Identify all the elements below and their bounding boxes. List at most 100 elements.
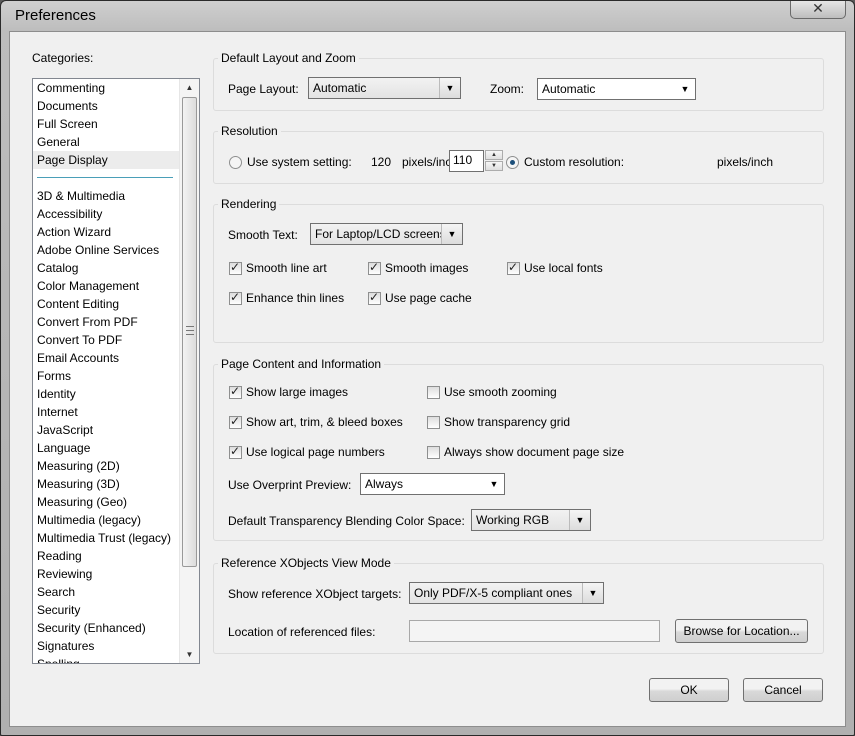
blending-select[interactable]: Working RGB ▼ xyxy=(471,509,591,531)
category-item[interactable]: Full Screen xyxy=(33,115,179,133)
category-item[interactable]: Color Management xyxy=(33,277,179,295)
dialog-body: Categories: Commenting Documents Full Scre… xyxy=(9,31,846,727)
category-item[interactable]: Measuring (Geo) xyxy=(33,493,179,511)
category-item[interactable]: General xyxy=(33,133,179,151)
checkbox-box[interactable] xyxy=(229,414,242,429)
checkbox-box[interactable] xyxy=(229,444,242,459)
system-resolution-value: 120 xyxy=(371,155,392,169)
category-item[interactable]: Catalog xyxy=(33,259,179,277)
browse-location-button[interactable]: Browse for Location... xyxy=(675,619,808,643)
use-logical-page-numbers-label: Use logical page numbers xyxy=(246,445,385,459)
custom-resolution-radio[interactable]: Custom resolution: xyxy=(506,155,624,169)
custom-resolution-input[interactable]: 110 xyxy=(449,150,484,172)
always-show-page-size-checkbox[interactable]: Always show document page size xyxy=(427,445,624,459)
page-layout-select[interactable]: Automatic ▼ xyxy=(308,77,461,99)
category-item[interactable]: Convert To PDF xyxy=(33,331,179,349)
scroll-up-arrow-icon[interactable]: ▲ xyxy=(180,79,199,96)
category-item[interactable]: Measuring (2D) xyxy=(33,457,179,475)
category-item[interactable]: Internet xyxy=(33,403,179,421)
show-transparency-grid-checkbox[interactable]: Show transparency grid xyxy=(427,415,570,429)
category-item[interactable]: Email Accounts xyxy=(33,349,179,367)
show-large-images-checkbox[interactable]: Show large images xyxy=(229,384,348,399)
custom-resolution-stepper[interactable]: 110 ▲ ▼ xyxy=(449,150,505,172)
zoom-select[interactable]: Automatic ▼ xyxy=(537,78,696,100)
page-content-title: Page Content and Information xyxy=(218,357,385,371)
smooth-images-checkbox[interactable]: Smooth images xyxy=(368,260,469,275)
overprint-label: Use Overprint Preview: xyxy=(228,478,352,492)
checkbox-box[interactable] xyxy=(229,260,242,275)
page-content-group: Page Content and Information Show large … xyxy=(213,357,824,541)
category-item[interactable]: JavaScript xyxy=(33,421,179,439)
custom-resolution-value: 110 xyxy=(453,153,473,167)
smooth-images-label: Smooth images xyxy=(385,261,469,275)
checkbox-box[interactable] xyxy=(427,445,440,459)
checkbox-box[interactable] xyxy=(427,385,440,399)
overprint-value: Always xyxy=(365,477,404,491)
stepper-up-icon[interactable]: ▲ xyxy=(485,150,503,160)
category-item[interactable]: Documents xyxy=(33,97,179,115)
show-art-boxes-checkbox[interactable]: Show art, trim, & bleed boxes xyxy=(229,414,403,429)
rendering-group: Rendering Smooth Text: For Laptop/LCD sc… xyxy=(213,197,824,343)
checkbox-box[interactable] xyxy=(368,260,381,275)
category-item[interactable]: Commenting xyxy=(33,79,179,97)
category-item[interactable]: Security (Enhanced) xyxy=(33,619,179,637)
xobject-targets-select[interactable]: Only PDF/X-5 compliant ones ▼ xyxy=(409,582,604,604)
category-item[interactable]: Action Wizard xyxy=(33,223,179,241)
category-item[interactable]: Multimedia Trust (legacy) xyxy=(33,529,179,547)
category-item[interactable]: Search xyxy=(33,583,179,601)
category-item[interactable]: Reviewing xyxy=(33,565,179,583)
checkbox-box[interactable] xyxy=(368,290,381,305)
layout-zoom-title: Default Layout and Zoom xyxy=(218,51,359,65)
stepper-down-icon[interactable]: ▼ xyxy=(485,161,503,171)
checkbox-box[interactable] xyxy=(229,290,242,305)
overprint-select[interactable]: Always ▼ xyxy=(360,473,505,495)
category-item[interactable]: Security xyxy=(33,601,179,619)
category-item[interactable]: Convert From PDF xyxy=(33,313,179,331)
category-item[interactable]: Forms xyxy=(33,367,179,385)
always-show-page-size-label: Always show document page size xyxy=(444,445,625,459)
chevron-down-icon: ▼ xyxy=(439,78,460,98)
categories-label: Categories: xyxy=(32,51,94,65)
category-item[interactable]: Identity xyxy=(33,385,179,403)
checkbox-box[interactable] xyxy=(427,415,440,429)
category-item[interactable]: Accessibility xyxy=(33,205,179,223)
use-logical-page-numbers-checkbox[interactable]: Use logical page numbers xyxy=(229,444,385,459)
cancel-button[interactable]: Cancel xyxy=(743,678,823,702)
system-setting-radio[interactable]: Use system setting: xyxy=(229,155,352,169)
checkbox-box[interactable] xyxy=(507,260,520,275)
category-item[interactable]: Adobe Online Services xyxy=(33,241,179,259)
category-item[interactable]: Measuring (3D) xyxy=(33,475,179,493)
categories-scrollbar[interactable]: ▲ ▼ xyxy=(179,79,199,663)
category-item[interactable]: Multimedia (legacy) xyxy=(33,511,179,529)
use-smooth-zooming-checkbox[interactable]: Use smooth zooming xyxy=(427,385,557,399)
enhance-thin-lines-label: Enhance thin lines xyxy=(246,291,345,305)
use-page-cache-checkbox[interactable]: Use page cache xyxy=(368,290,472,305)
smooth-line-art-checkbox[interactable]: Smooth line art xyxy=(229,260,327,275)
category-item[interactable]: Reading xyxy=(33,547,179,565)
enhance-thin-lines-checkbox[interactable]: Enhance thin lines xyxy=(229,290,345,305)
category-item[interactable]: Signatures xyxy=(33,637,179,655)
category-item[interactable]: Content Editing xyxy=(33,295,179,313)
smooth-text-value: For Laptop/LCD screens xyxy=(315,227,441,241)
custom-resolution-unit: pixels/inch xyxy=(717,155,774,169)
use-local-fonts-checkbox[interactable]: Use local fonts xyxy=(507,260,603,275)
category-item[interactable]: Language xyxy=(33,439,179,457)
categories-list[interactable]: Commenting Documents Full Screen General Pag… xyxy=(32,78,200,664)
category-item[interactable]: Spelling xyxy=(33,655,179,663)
custom-resolution-radio-button[interactable] xyxy=(506,155,519,169)
system-setting-radio-button[interactable] xyxy=(229,155,242,169)
scroll-thumb[interactable] xyxy=(182,97,197,567)
page-layout-label: Page Layout: xyxy=(228,82,299,96)
category-item[interactable]: Page Display xyxy=(33,151,179,169)
chevron-down-icon: ▼ xyxy=(680,84,690,94)
location-input[interactable] xyxy=(409,620,660,642)
smooth-text-select[interactable]: For Laptop/LCD screens ▼ xyxy=(310,223,463,245)
close-button[interactable]: ✕ xyxy=(790,1,846,19)
checkbox-box[interactable] xyxy=(229,384,242,399)
use-page-cache-label: Use page cache xyxy=(385,291,472,305)
ok-button[interactable]: OK xyxy=(649,678,729,702)
close-icon: ✕ xyxy=(812,1,824,17)
title-bar[interactable]: Preferences ✕ xyxy=(1,1,854,31)
category-item[interactable]: 3D & Multimedia xyxy=(33,187,179,205)
scroll-down-arrow-icon[interactable]: ▼ xyxy=(180,646,199,663)
